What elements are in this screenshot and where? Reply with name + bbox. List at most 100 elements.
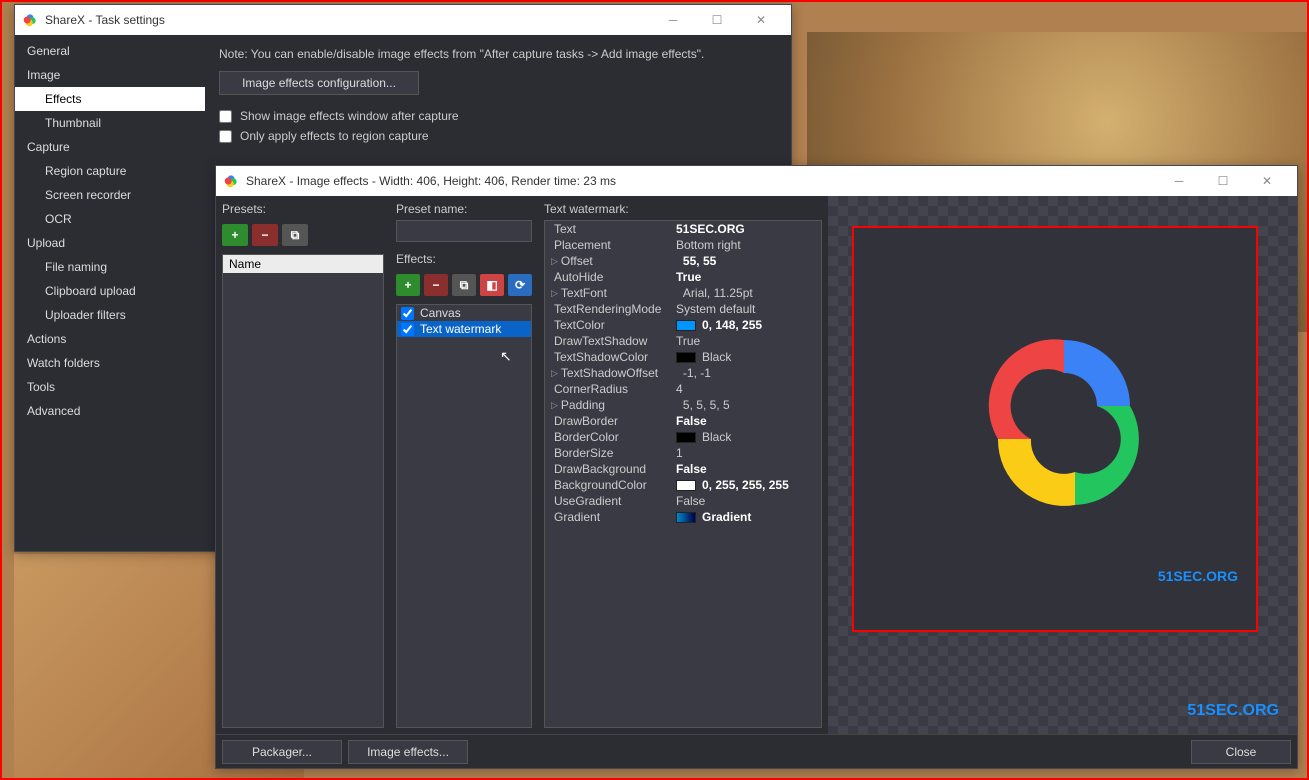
sidebar-item-watch-folders[interactable]: Watch folders (15, 351, 205, 375)
show-effects-checkbox-row[interactable]: Show image effects window after capture (219, 109, 777, 123)
prop-value[interactable]: False (676, 494, 815, 508)
effect-checkbox[interactable] (401, 307, 414, 320)
sidebar-item-file-naming[interactable]: File naming (15, 255, 205, 279)
props-label: Text watermark: (544, 202, 822, 216)
fx-maximize-button[interactable]: ☐ (1201, 166, 1245, 196)
prop-row-drawbackground[interactable]: DrawBackgroundFalse (545, 461, 821, 477)
fx-minimize-button[interactable]: ─ (1157, 166, 1201, 196)
prop-row-padding[interactable]: ▷Padding5, 5, 5, 5 (545, 397, 821, 413)
preset-name-input[interactable] (396, 220, 532, 242)
prop-value[interactable]: 5, 5, 5, 5 (683, 398, 815, 412)
prop-value[interactable]: 1 (676, 446, 815, 460)
prop-name: BorderSize (554, 446, 676, 460)
prop-value[interactable]: Arial, 11.25pt (683, 286, 815, 300)
sidebar-item-tools[interactable]: Tools (15, 375, 205, 399)
packager-button[interactable]: Packager... (222, 740, 342, 764)
prop-value[interactable]: True (676, 334, 815, 348)
fx-close-button[interactable]: ✕ (1245, 166, 1289, 196)
gradient-swatch (676, 512, 696, 523)
sidebar-item-region-capture[interactable]: Region capture (15, 159, 205, 183)
presets-list[interactable]: Name (222, 254, 384, 728)
prop-value[interactable]: 0, 148, 255 (676, 318, 815, 332)
effect-checkbox[interactable] (401, 323, 414, 336)
prop-row-textshadowcolor[interactable]: TextShadowColorBlack (545, 349, 821, 365)
watermark-outer: 51SEC.ORG (1187, 702, 1279, 720)
sidebar-item-ocr[interactable]: OCR (15, 207, 205, 231)
effect-clear-button[interactable]: ◧ (480, 274, 504, 296)
sidebar-item-image[interactable]: Image (15, 63, 205, 87)
prop-row-textfont[interactable]: ▷TextFontArial, 11.25pt (545, 285, 821, 301)
sharex-logo-large (954, 318, 1174, 538)
preset-add-button[interactable]: + (222, 224, 248, 246)
sidebar-item-actions[interactable]: Actions (15, 327, 205, 351)
sidebar-item-upload[interactable]: Upload (15, 231, 205, 255)
show-effects-checkbox[interactable] (219, 110, 232, 123)
image-effects-config-button[interactable]: Image effects configuration... (219, 71, 419, 95)
effect-refresh-button[interactable]: ⟳ (508, 274, 532, 296)
sidebar-item-capture[interactable]: Capture (15, 135, 205, 159)
properties-grid[interactable]: Text51SEC.ORGPlacementBottom right▷Offse… (544, 220, 822, 728)
prop-row-cornerradius[interactable]: CornerRadius4 (545, 381, 821, 397)
prop-value[interactable]: False (676, 414, 815, 428)
prop-row-text[interactable]: Text51SEC.ORG (545, 221, 821, 237)
prop-row-drawtextshadow[interactable]: DrawTextShadowTrue (545, 333, 821, 349)
prop-row-textcolor[interactable]: TextColor0, 148, 255 (545, 317, 821, 333)
prop-row-drawborder[interactable]: DrawBorderFalse (545, 413, 821, 429)
image-effects-button[interactable]: Image effects... (348, 740, 468, 764)
minimize-button[interactable]: ─ (651, 5, 695, 35)
prop-row-bordercolor[interactable]: BorderColorBlack (545, 429, 821, 445)
prop-value[interactable]: 51SEC.ORG (676, 222, 815, 236)
effects-label: Effects: (396, 252, 532, 266)
sharex-logo-icon (23, 13, 37, 27)
prop-row-usegradient[interactable]: UseGradientFalse (545, 493, 821, 509)
prop-row-gradient[interactable]: GradientGradient (545, 509, 821, 525)
prop-value[interactable]: True (676, 270, 815, 284)
sidebar-item-thumbnail[interactable]: Thumbnail (15, 111, 205, 135)
effect-item-canvas[interactable]: Canvas (397, 305, 531, 321)
prop-row-textshadowoffset[interactable]: ▷TextShadowOffset-1, -1 (545, 365, 821, 381)
effect-remove-button[interactable]: − (424, 274, 448, 296)
maximize-button[interactable]: ☐ (695, 5, 739, 35)
prop-value[interactable]: System default (676, 302, 815, 316)
fx-footer: Packager... Image effects... Close (216, 734, 1297, 768)
note-text: Note: You can enable/disable image effec… (219, 47, 777, 61)
effect-duplicate-button[interactable]: ⧉ (452, 274, 476, 296)
sidebar-item-uploader-filters[interactable]: Uploader filters (15, 303, 205, 327)
effect-add-button[interactable]: + (396, 274, 420, 296)
region-only-checkbox-row[interactable]: Only apply effects to region capture (219, 129, 777, 143)
prop-value[interactable]: False (676, 462, 815, 476)
prop-value[interactable]: -1, -1 (683, 366, 815, 380)
preset-duplicate-button[interactable]: ⧉ (282, 224, 308, 246)
prop-row-textrenderingmode[interactable]: TextRenderingModeSystem default (545, 301, 821, 317)
prop-name: BackgroundColor (554, 478, 676, 492)
effects-list[interactable]: CanvasText watermark (396, 304, 532, 728)
prop-row-autohide[interactable]: AutoHideTrue (545, 269, 821, 285)
sidebar-item-general[interactable]: General (15, 39, 205, 63)
prop-value[interactable]: Bottom right (676, 238, 815, 252)
prop-value[interactable]: 4 (676, 382, 815, 396)
prop-row-backgroundcolor[interactable]: BackgroundColor0, 255, 255, 255 (545, 477, 821, 493)
close-button[interactable]: Close (1191, 740, 1291, 764)
fx-titlebar[interactable]: ShareX - Image effects - Width: 406, Hei… (216, 166, 1297, 196)
prop-name: DrawBorder (554, 414, 676, 428)
prop-row-offset[interactable]: ▷Offset55, 55 (545, 253, 821, 269)
prop-value[interactable]: Black (676, 350, 815, 364)
prop-row-bordersize[interactable]: BorderSize1 (545, 445, 821, 461)
prop-value[interactable]: 55, 55 (683, 254, 815, 268)
effect-item-text-watermark[interactable]: Text watermark (397, 321, 531, 337)
sidebar-item-screen-recorder[interactable]: Screen recorder (15, 183, 205, 207)
sidebar-item-effects[interactable]: Effects (15, 87, 205, 111)
prop-value[interactable]: 0, 255, 255, 255 (676, 478, 815, 492)
prop-value[interactable]: Gradient (676, 510, 815, 524)
sidebar: GeneralImageEffectsThumbnailCaptureRegio… (15, 35, 205, 551)
color-swatch (676, 432, 696, 443)
close-button[interactable]: ✕ (739, 5, 783, 35)
preset-remove-button[interactable]: − (252, 224, 278, 246)
prop-value[interactable]: Black (676, 430, 815, 444)
titlebar[interactable]: ShareX - Task settings ─ ☐ ✕ (15, 5, 791, 35)
region-only-checkbox[interactable] (219, 130, 232, 143)
sidebar-item-advanced[interactable]: Advanced (15, 399, 205, 423)
prop-row-placement[interactable]: PlacementBottom right (545, 237, 821, 253)
presets-label: Presets: (222, 202, 384, 216)
sidebar-item-clipboard-upload[interactable]: Clipboard upload (15, 279, 205, 303)
